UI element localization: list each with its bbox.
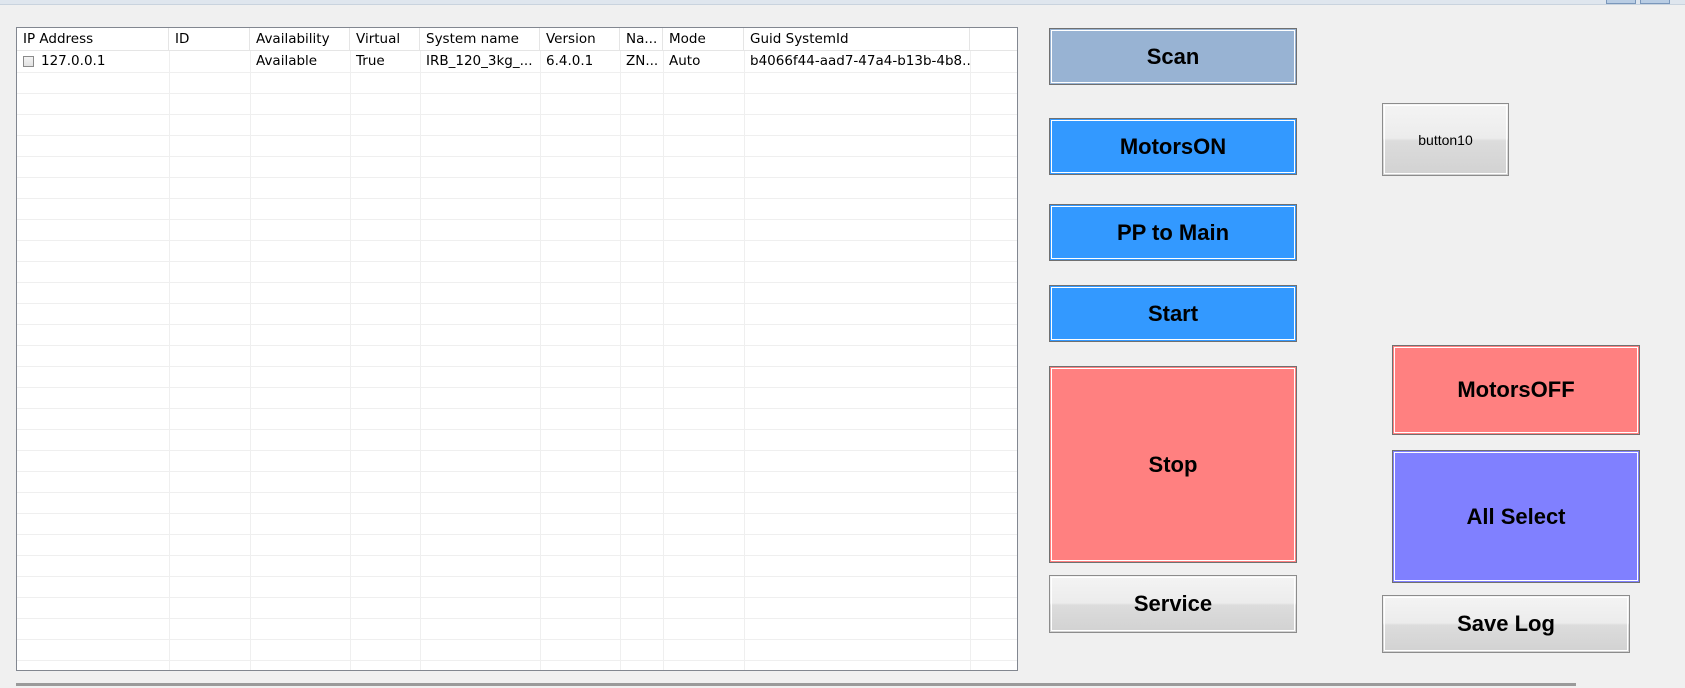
grid-line: [17, 513, 1017, 514]
grid-line: [17, 324, 1017, 325]
grid-line: [169, 51, 170, 670]
grid-line: [17, 471, 1017, 472]
grid-line: [17, 660, 1017, 661]
grid-line: [17, 72, 1017, 73]
grid-line: [17, 387, 1017, 388]
cell-ip-address: 127.0.0.1: [41, 53, 106, 69]
scan-button[interactable]: Scan: [1049, 28, 1297, 85]
row-checkbox[interactable]: [23, 56, 34, 67]
cell-version: 6.4.0.1: [546, 53, 594, 69]
service-button[interactable]: Service: [1049, 575, 1297, 633]
grid-line: [17, 366, 1017, 367]
grid-line: [17, 261, 1017, 262]
grid-line: [744, 51, 745, 670]
grid-line: [17, 450, 1017, 451]
cell-availability: Available: [256, 53, 318, 69]
stop-button[interactable]: Stop: [1049, 366, 1297, 563]
column-header-version[interactable]: Version: [540, 28, 620, 50]
grid-line: [17, 618, 1017, 619]
motors-off-button[interactable]: MotorsOFF: [1392, 345, 1640, 435]
save-log-button[interactable]: Save Log: [1382, 595, 1630, 653]
grid-line: [17, 639, 1017, 640]
column-header-system-name[interactable]: System name: [420, 28, 540, 50]
motors-on-button[interactable]: MotorsON: [1049, 118, 1297, 175]
column-header-id[interactable]: ID: [169, 28, 250, 50]
grid-line: [17, 303, 1017, 304]
grid-line: [970, 51, 971, 670]
grid-line: [620, 51, 621, 670]
grid-line: [17, 576, 1017, 577]
grid-line: [17, 345, 1017, 346]
cell-mode: Auto: [669, 53, 701, 69]
window-caption-button[interactable]: [1640, 0, 1670, 4]
status-bar-edge: [16, 683, 1576, 686]
cell-id: [169, 51, 250, 72]
controller-list-view[interactable]: IP Address ID Availability Virtual Syste…: [16, 27, 1018, 671]
pp-to-main-button[interactable]: PP to Main: [1049, 204, 1297, 261]
start-button[interactable]: Start: [1049, 285, 1297, 342]
grid-line: [250, 51, 251, 670]
grid-line: [420, 51, 421, 670]
grid-line: [17, 597, 1017, 598]
cell-system-name: IRB_120_3kg_...: [426, 53, 533, 69]
grid-line: [17, 198, 1017, 199]
list-body: 127.0.0.1 Available True IRB_120_3kg_...…: [17, 51, 1017, 670]
cell-virtual: True: [356, 53, 385, 69]
column-header-availability[interactable]: Availability: [250, 28, 350, 50]
column-header-name[interactable]: Na...: [620, 28, 663, 50]
grid-line: [17, 135, 1017, 136]
grid-line: [17, 177, 1017, 178]
grid-line: [17, 240, 1017, 241]
button10-button[interactable]: button10: [1382, 103, 1509, 176]
column-header-ip-address[interactable]: IP Address: [17, 28, 169, 50]
grid-line: [17, 156, 1017, 157]
list-header: IP Address ID Availability Virtual Syste…: [17, 28, 1017, 51]
grid-line: [17, 534, 1017, 535]
table-row[interactable]: 127.0.0.1 Available True IRB_120_3kg_...…: [17, 51, 1017, 72]
cell-guid-systemid: b4066f44-aad7-47a4-b13b-4b8...: [750, 53, 970, 69]
grid-line: [17, 492, 1017, 493]
grid-line: [350, 51, 351, 670]
column-header-mode[interactable]: Mode: [663, 28, 744, 50]
window-top-strip: [0, 0, 1685, 5]
grid-line: [540, 51, 541, 670]
column-header-virtual[interactable]: Virtual: [350, 28, 420, 50]
grid-line: [17, 219, 1017, 220]
grid-line: [17, 93, 1017, 94]
grid-line: [663, 51, 664, 670]
cell-name: ZN...: [626, 53, 659, 69]
all-select-button[interactable]: All Select: [1392, 450, 1640, 583]
grid-line: [17, 408, 1017, 409]
grid-line: [17, 114, 1017, 115]
column-header-guid-systemid[interactable]: Guid SystemId: [744, 28, 970, 50]
grid-line: [17, 555, 1017, 556]
grid-line: [17, 429, 1017, 430]
grid-line: [17, 282, 1017, 283]
window-caption-button[interactable]: [1606, 0, 1636, 4]
